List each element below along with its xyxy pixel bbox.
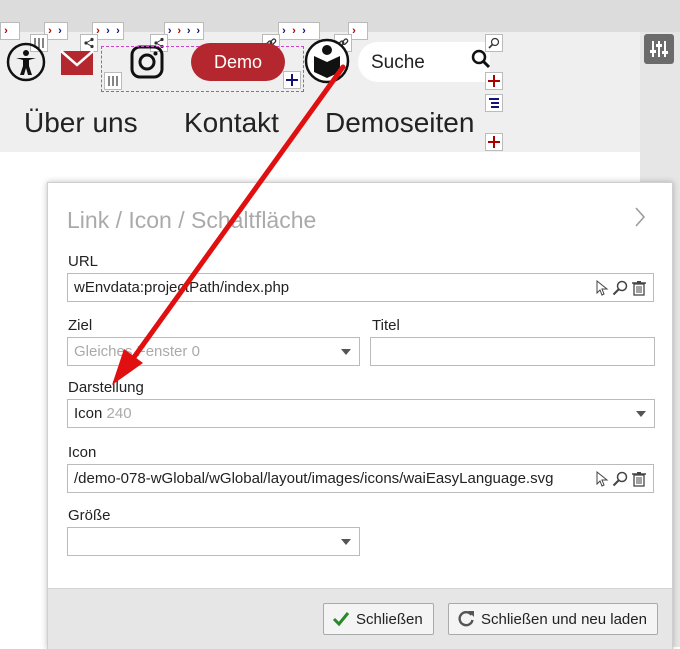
- url-field[interactable]: wEnvdata:projectPath/index.php: [67, 273, 654, 302]
- dialog-title: Link / Icon / Schaltfläche: [67, 207, 317, 233]
- nav-item-contact[interactable]: Kontakt: [184, 107, 279, 139]
- search-icon[interactable]: [485, 34, 503, 52]
- close-reload-button-label: Schließen und neu laden: [481, 610, 647, 628]
- icon-label: Icon: [68, 444, 97, 461]
- plus-icon[interactable]: [283, 71, 301, 89]
- search-icon[interactable]: [471, 49, 491, 74]
- sliders-icon[interactable]: [104, 72, 122, 90]
- target-code: 0: [191, 343, 200, 360]
- chevron-down-icon: [636, 411, 646, 417]
- target-label: Ziel: [68, 317, 93, 334]
- icon-value: /demo-078-wGlobal/wGlobal/layout/images/…: [74, 470, 554, 487]
- icon-field[interactable]: /demo-078-wGlobal/wGlobal/layout/images/…: [67, 464, 654, 493]
- cursor-icon[interactable]: [595, 470, 609, 491]
- close-button-label: Schließen: [356, 610, 423, 628]
- nav-item-about[interactable]: Über uns: [24, 107, 138, 139]
- chevron-right-icon[interactable]: [634, 206, 646, 234]
- plus-icon[interactable]: [485, 133, 503, 151]
- accessibility-icon[interactable]: [6, 42, 46, 87]
- dialog-footer: Schließen Schließen und neu laden: [48, 588, 672, 649]
- trash-icon[interactable]: [631, 471, 647, 491]
- target-select[interactable]: Gleiches Fenster 0: [67, 337, 360, 366]
- search-icon[interactable]: [612, 280, 628, 300]
- size-label: Größe: [68, 507, 111, 524]
- mail-icon[interactable]: [60, 50, 94, 81]
- display-select[interactable]: Icon 240: [67, 399, 655, 428]
- demo-button[interactable]: Demo: [191, 43, 285, 81]
- trash-icon[interactable]: [631, 280, 647, 300]
- edit-toolbar[interactable]: › › › ›: [164, 22, 204, 40]
- target-value: Gleiches Fenster: [74, 343, 188, 360]
- search-icon[interactable]: [612, 471, 628, 491]
- display-code: 240: [106, 405, 132, 422]
- nav-item-demo-pages[interactable]: Demoseiten: [325, 107, 474, 139]
- chevron-down-icon: [341, 349, 351, 355]
- link-dialog: Link / Icon / Schaltfläche URL wEnvdata:…: [47, 182, 673, 649]
- title-field[interactable]: [370, 337, 655, 366]
- url-value: wEnvdata:projectPath/index.php: [74, 279, 290, 296]
- display-value: Icon: [74, 405, 103, 422]
- display-label: Darstellung: [68, 379, 144, 396]
- settings-sliders-icon[interactable]: [644, 34, 674, 64]
- size-select[interactable]: [67, 527, 360, 556]
- search-placeholder: Suche: [371, 52, 425, 73]
- outline-icon[interactable]: [485, 94, 503, 112]
- checkmark-icon: [332, 612, 350, 627]
- url-label: URL: [68, 253, 99, 270]
- edit-toolbar[interactable]: ›: [0, 22, 20, 40]
- title-label: Titel: [372, 317, 400, 334]
- close-reload-button[interactable]: Schließen und neu laden: [448, 603, 658, 635]
- plus-icon[interactable]: [485, 72, 503, 90]
- easy-language-icon[interactable]: [304, 38, 350, 89]
- close-button[interactable]: Schließen: [323, 603, 434, 635]
- cursor-icon[interactable]: [595, 279, 609, 300]
- chevron-down-icon: [341, 539, 351, 545]
- reload-icon: [458, 610, 474, 627]
